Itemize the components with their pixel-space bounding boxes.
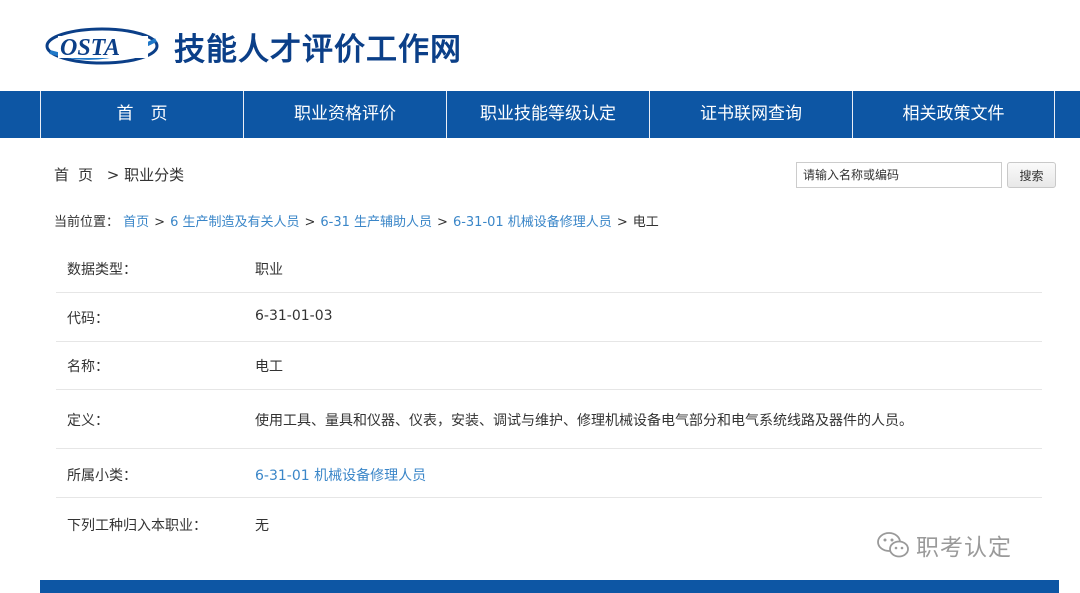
logo-text: OSTA bbox=[60, 35, 120, 61]
search-button[interactable]: 搜索 bbox=[1007, 162, 1056, 188]
detail-key: 所属小类： bbox=[67, 468, 137, 484]
osta-logo[interactable]: OSTA bbox=[44, 22, 160, 68]
breadcrumb: 首页 > 职业分类 bbox=[54, 164, 184, 185]
main-nav: 首 页 职业资格评价 职业技能等级认定 证书联网查询 相关政策文件 bbox=[0, 91, 1080, 138]
detail-key: 数据类型： bbox=[67, 262, 137, 278]
breadcrumb-home[interactable]: 首页 bbox=[54, 166, 102, 184]
location-link-category[interactable]: 6 生产制造及有关人员 bbox=[170, 215, 299, 230]
location-prefix: 当前位置： bbox=[54, 215, 120, 230]
location-link-minor-class[interactable]: 6-31-01 机械设备修理人员 bbox=[453, 215, 612, 230]
detail-key: 定义： bbox=[67, 413, 109, 429]
breadcrumb-separator: > bbox=[102, 166, 125, 184]
detail-value: 6-31-01-03 bbox=[255, 308, 333, 324]
nav-skill-level[interactable]: 职业技能等级认定 bbox=[446, 91, 649, 138]
wechat-icon bbox=[877, 532, 909, 558]
watermark: 职考认定 bbox=[876, 528, 1012, 562]
location-current: 电工 bbox=[632, 215, 659, 230]
search-input[interactable] bbox=[796, 162, 1002, 188]
detail-value: 无 bbox=[255, 518, 269, 534]
detail-row-code: 代码： 6-31-01-03 bbox=[56, 293, 1042, 342]
location-link-subcategory[interactable]: 6-31 生产辅助人员 bbox=[320, 215, 432, 230]
watermark-text: 职考认定 bbox=[916, 535, 1012, 561]
location-separator: > bbox=[304, 215, 316, 230]
detail-key: 下列工种归入本职业： bbox=[67, 518, 207, 534]
detail-row-minor-class: 所属小类： 6-31-01 机械设备修理人员 bbox=[56, 449, 1042, 498]
footer-bar bbox=[40, 580, 1059, 593]
detail-key: 名称： bbox=[67, 359, 109, 375]
detail-value: 使用工具、量具和仪器、仪表，安装、调试与维护、修理机械设备电气部分和电气系统线路… bbox=[255, 413, 913, 429]
location-link-home[interactable]: 首页 bbox=[123, 215, 149, 230]
nav-home[interactable]: 首 页 bbox=[40, 91, 243, 138]
detail-row-definition: 定义： 使用工具、量具和仪器、仪表，安装、调试与维护、修理机械设备电气部分和电气… bbox=[56, 390, 1042, 449]
breadcrumb-current: 职业分类 bbox=[124, 166, 185, 184]
nav-certificate-query[interactable]: 证书联网查询 bbox=[649, 91, 852, 138]
detail-row-name: 名称： 电工 bbox=[56, 342, 1042, 390]
location-separator: > bbox=[154, 215, 166, 230]
site-header: OSTA 技能人才评价工作网 bbox=[0, 0, 1080, 91]
location-separator: > bbox=[616, 215, 628, 230]
occupation-detail: 数据类型： 职业 代码： 6-31-01-03 名称： 电工 定义： 使用工具、… bbox=[56, 244, 1042, 547]
nav-policy-docs[interactable]: 相关政策文件 bbox=[852, 91, 1055, 138]
detail-value-link[interactable]: 6-31-01 机械设备修理人员 bbox=[255, 465, 426, 485]
current-location: 当前位置： 首页 >6 生产制造及有关人员 >6-31 生产辅助人员 >6-31-01… bbox=[54, 211, 659, 230]
location-separator: > bbox=[437, 215, 448, 230]
detail-value: 职业 bbox=[255, 262, 283, 278]
detail-key: 代码： bbox=[67, 311, 109, 327]
nav-qualification[interactable]: 职业资格评价 bbox=[243, 91, 446, 138]
detail-row-type: 数据类型： 职业 bbox=[56, 244, 1042, 293]
site-title: 技能人才评价工作网 bbox=[174, 32, 462, 68]
detail-value: 电工 bbox=[255, 359, 283, 375]
